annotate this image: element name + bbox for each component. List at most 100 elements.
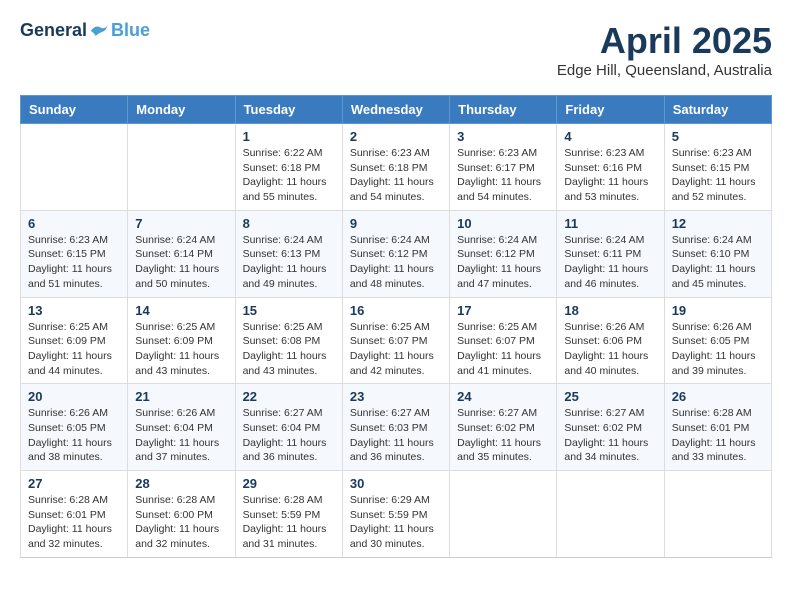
- calendar-day-header: Tuesday: [235, 96, 342, 124]
- calendar-cell: [128, 124, 235, 211]
- calendar-cell: 28Sunrise: 6:28 AM Sunset: 6:00 PM Dayli…: [128, 471, 235, 558]
- calendar-cell: 20 Sunrise: 6:26 AM Sunset: 6:05 PM Dayli…: [21, 384, 128, 471]
- calendar-day-header: Wednesday: [342, 96, 449, 124]
- calendar-cell: 8 Sunrise: 6:24 AM Sunset: 6:13 PM Daylig…: [235, 210, 342, 297]
- day-number: 11: [564, 216, 656, 231]
- day-number: 18: [564, 303, 656, 318]
- cell-content: Sunrise: 6:23 AM Sunset: 6:15 PM Dayligh…: [28, 233, 120, 292]
- day-number: 30: [350, 476, 442, 491]
- day-number: 29: [243, 476, 335, 491]
- logo-general-text: General: [20, 20, 87, 41]
- calendar-cell: 21 Sunrise: 6:26 AM Sunset: 6:04 PM Dayli…: [128, 384, 235, 471]
- main-title: April 2025: [557, 20, 772, 62]
- cell-content: Sunrise: 6:29 AM Sunset: 5:59 PM Dayligh…: [350, 493, 442, 552]
- cell-content: Sunrise: 6:26 AM Sunset: 6:04 PM Dayligh…: [135, 406, 227, 465]
- day-number: 20: [28, 389, 120, 404]
- calendar-day-header: Friday: [557, 96, 664, 124]
- day-number: 19: [672, 303, 764, 318]
- day-number: 7: [135, 216, 227, 231]
- calendar-header-row: SundayMondayTuesdayWednesdayThursdayFrid…: [21, 96, 772, 124]
- calendar-table: SundayMondayTuesdayWednesdayThursdayFrid…: [20, 95, 772, 558]
- calendar-day-header: Thursday: [450, 96, 557, 124]
- calendar-cell: [664, 471, 771, 558]
- cell-content: Sunrise: 6:25 AM Sunset: 6:09 PM Dayligh…: [28, 320, 120, 379]
- day-number: 2: [350, 129, 442, 144]
- cell-content: Sunrise: 6:24 AM Sunset: 6:13 PM Dayligh…: [243, 233, 335, 292]
- calendar-cell: 1 Sunrise: 6:22 AM Sunset: 6:18 PM Daylig…: [235, 124, 342, 211]
- calendar-cell: 17Sunrise: 6:25 AM Sunset: 6:07 PM Dayli…: [450, 297, 557, 384]
- calendar-cell: 25Sunrise: 6:27 AM Sunset: 6:02 PM Dayli…: [557, 384, 664, 471]
- cell-content: Sunrise: 6:25 AM Sunset: 6:07 PM Dayligh…: [350, 320, 442, 379]
- day-number: 23: [350, 389, 442, 404]
- day-number: 8: [243, 216, 335, 231]
- cell-content: Sunrise: 6:27 AM Sunset: 6:02 PM Dayligh…: [564, 406, 656, 465]
- calendar-cell: 4 Sunrise: 6:23 AM Sunset: 6:16 PM Daylig…: [557, 124, 664, 211]
- day-number: 21: [135, 389, 227, 404]
- calendar-week-row: 1 Sunrise: 6:22 AM Sunset: 6:18 PM Daylig…: [21, 124, 772, 211]
- day-number: 3: [457, 129, 549, 144]
- day-number: 4: [564, 129, 656, 144]
- cell-content: Sunrise: 6:24 AM Sunset: 6:11 PM Dayligh…: [564, 233, 656, 292]
- calendar-cell: 27Sunrise: 6:28 AM Sunset: 6:01 PM Dayli…: [21, 471, 128, 558]
- calendar-week-row: 6 Sunrise: 6:23 AM Sunset: 6:15 PM Daylig…: [21, 210, 772, 297]
- day-number: 14: [135, 303, 227, 318]
- cell-content: Sunrise: 6:24 AM Sunset: 6:14 PM Dayligh…: [135, 233, 227, 292]
- day-number: 17: [457, 303, 549, 318]
- cell-content: Sunrise: 6:28 AM Sunset: 5:59 PM Dayligh…: [243, 493, 335, 552]
- day-number: 24: [457, 389, 549, 404]
- logo-blue-text: Blue: [111, 20, 150, 41]
- calendar-cell: [21, 124, 128, 211]
- day-number: 1: [243, 129, 335, 144]
- cell-content: Sunrise: 6:23 AM Sunset: 6:17 PM Dayligh…: [457, 146, 549, 205]
- calendar-cell: 9Sunrise: 6:24 AM Sunset: 6:12 PM Daylig…: [342, 210, 449, 297]
- calendar-cell: [450, 471, 557, 558]
- calendar-cell: 12 Sunrise: 6:24 AM Sunset: 6:10 PM Dayli…: [664, 210, 771, 297]
- cell-content: Sunrise: 6:22 AM Sunset: 6:18 PM Dayligh…: [243, 146, 335, 205]
- calendar-cell: 3 Sunrise: 6:23 AM Sunset: 6:17 PM Daylig…: [450, 124, 557, 211]
- cell-content: Sunrise: 6:28 AM Sunset: 6:01 PM Dayligh…: [672, 406, 764, 465]
- cell-content: Sunrise: 6:23 AM Sunset: 6:16 PM Dayligh…: [564, 146, 656, 205]
- day-number: 16: [350, 303, 442, 318]
- day-number: 12: [672, 216, 764, 231]
- calendar-cell: 6 Sunrise: 6:23 AM Sunset: 6:15 PM Daylig…: [21, 210, 128, 297]
- day-number: 22: [243, 389, 335, 404]
- calendar-cell: 11 Sunrise: 6:24 AM Sunset: 6:11 PM Dayli…: [557, 210, 664, 297]
- calendar-cell: 2 Sunrise: 6:23 AM Sunset: 6:18 PM Daylig…: [342, 124, 449, 211]
- calendar-cell: 30 Sunrise: 6:29 AM Sunset: 5:59 PM Dayli…: [342, 471, 449, 558]
- calendar-cell: 14 Sunrise: 6:25 AM Sunset: 6:09 PM Dayli…: [128, 297, 235, 384]
- cell-content: Sunrise: 6:23 AM Sunset: 6:18 PM Dayligh…: [350, 146, 442, 205]
- day-number: 28: [135, 476, 227, 491]
- cell-content: Sunrise: 6:25 AM Sunset: 6:08 PM Dayligh…: [243, 320, 335, 379]
- calendar-cell: 15 Sunrise: 6:25 AM Sunset: 6:08 PM Dayli…: [235, 297, 342, 384]
- calendar-cell: 23 Sunrise: 6:27 AM Sunset: 6:03 PM Dayli…: [342, 384, 449, 471]
- calendar-day-header: Saturday: [664, 96, 771, 124]
- cell-content: Sunrise: 6:27 AM Sunset: 6:03 PM Dayligh…: [350, 406, 442, 465]
- logo-bird-icon: [89, 21, 109, 41]
- cell-content: Sunrise: 6:26 AM Sunset: 6:05 PM Dayligh…: [28, 406, 120, 465]
- calendar-cell: 26Sunrise: 6:28 AM Sunset: 6:01 PM Dayli…: [664, 384, 771, 471]
- calendar-cell: 10 Sunrise: 6:24 AM Sunset: 6:12 PM Dayli…: [450, 210, 557, 297]
- calendar-cell: 13Sunrise: 6:25 AM Sunset: 6:09 PM Dayli…: [21, 297, 128, 384]
- day-number: 10: [457, 216, 549, 231]
- day-number: 6: [28, 216, 120, 231]
- cell-content: Sunrise: 6:28 AM Sunset: 6:01 PM Dayligh…: [28, 493, 120, 552]
- cell-content: Sunrise: 6:24 AM Sunset: 6:12 PM Dayligh…: [457, 233, 549, 292]
- calendar-cell: 5Sunrise: 6:23 AM Sunset: 6:15 PM Daylig…: [664, 124, 771, 211]
- calendar-cell: 19 Sunrise: 6:26 AM Sunset: 6:05 PM Dayli…: [664, 297, 771, 384]
- cell-content: Sunrise: 6:25 AM Sunset: 6:09 PM Dayligh…: [135, 320, 227, 379]
- calendar-week-row: 20 Sunrise: 6:26 AM Sunset: 6:05 PM Dayli…: [21, 384, 772, 471]
- calendar-cell: 7 Sunrise: 6:24 AM Sunset: 6:14 PM Daylig…: [128, 210, 235, 297]
- cell-content: Sunrise: 6:27 AM Sunset: 6:04 PM Dayligh…: [243, 406, 335, 465]
- cell-content: Sunrise: 6:27 AM Sunset: 6:02 PM Dayligh…: [457, 406, 549, 465]
- calendar-cell: 18Sunrise: 6:26 AM Sunset: 6:06 PM Dayli…: [557, 297, 664, 384]
- calendar-cell: 24 Sunrise: 6:27 AM Sunset: 6:02 PM Dayli…: [450, 384, 557, 471]
- day-number: 15: [243, 303, 335, 318]
- calendar-cell: 22 Sunrise: 6:27 AM Sunset: 6:04 PM Dayli…: [235, 384, 342, 471]
- calendar-day-header: Monday: [128, 96, 235, 124]
- logo: General Blue: [20, 20, 150, 41]
- page-header: General Blue April 2025 Edge Hill, Queen…: [20, 20, 772, 79]
- cell-content: Sunrise: 6:24 AM Sunset: 6:10 PM Dayligh…: [672, 233, 764, 292]
- day-number: 5: [672, 129, 764, 144]
- day-number: 9: [350, 216, 442, 231]
- cell-content: Sunrise: 6:26 AM Sunset: 6:05 PM Dayligh…: [672, 320, 764, 379]
